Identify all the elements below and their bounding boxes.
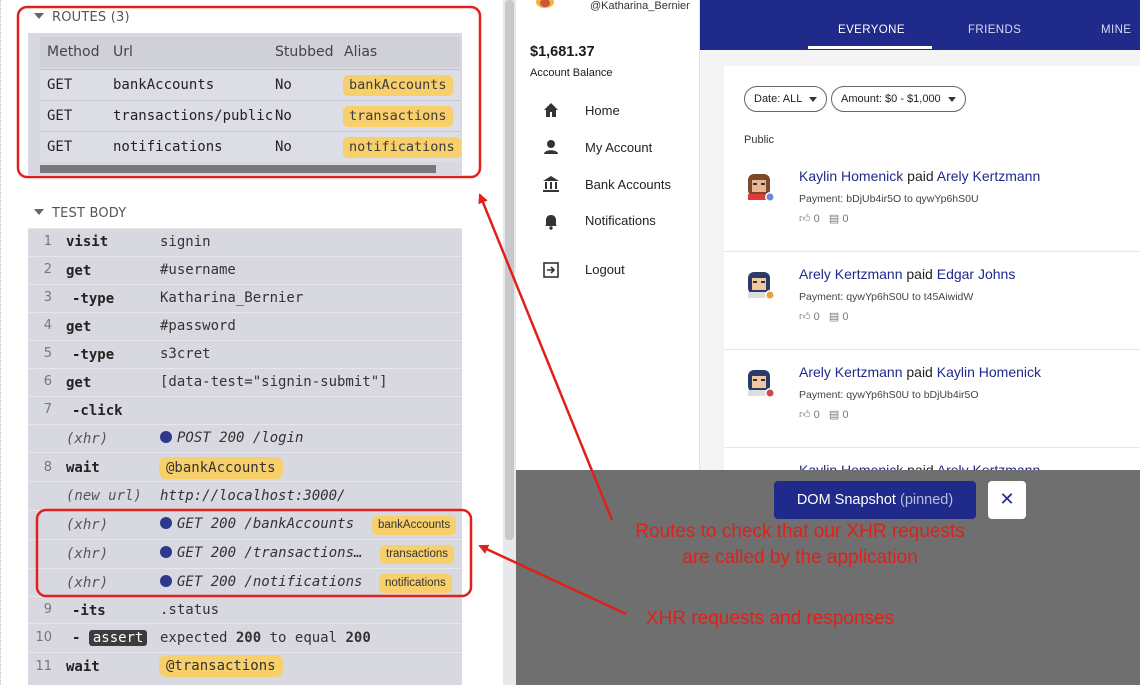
routes-arrow <box>478 193 614 521</box>
xhr-highlight-box <box>35 508 473 598</box>
xhr-annotation: XHR requests and responses <box>645 608 895 629</box>
routes-annotation: Routes to check that our XHR requests ar… <box>635 521 965 568</box>
routes-highlight-box <box>16 5 482 179</box>
annotation-layer <box>16 5 627 616</box>
